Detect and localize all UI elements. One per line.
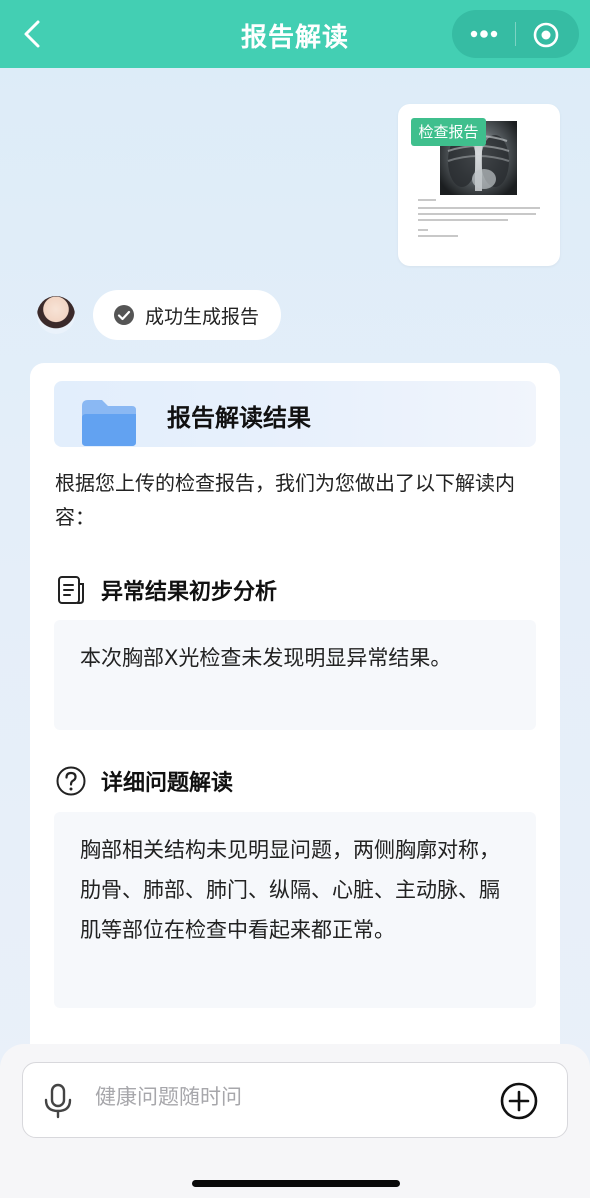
more-dots-icon[interactable] — [466, 22, 502, 46]
doc-line — [418, 213, 536, 215]
intro-text: 根据您上传的检查报告，我们为您做出了以下解读内容： — [55, 471, 515, 529]
report-tag: 检查报告 — [411, 118, 486, 146]
doc-line — [418, 219, 508, 221]
folder-icon — [82, 400, 136, 446]
section-body-detail: 胸部相关结构未见明显问题，两侧胸廓对称，肋骨、肺部、肺门、纵隔、心脏、主动脉、膈… — [54, 812, 536, 1008]
home-indicator[interactable] — [192, 1180, 400, 1187]
plus-circle-icon[interactable] — [499, 1081, 539, 1121]
status-text: 成功生成报告 — [145, 306, 260, 328]
result-title: 报告解读结果 — [167, 404, 311, 432]
target-circle-icon[interactable] — [532, 21, 560, 49]
section-heading-text: 异常结果初步分析 — [101, 580, 278, 605]
section-body-abnormal: 本次胸部X光检查未发现明显异常结果。 — [54, 620, 536, 730]
nav-bar: 报告解读 — [0, 0, 590, 68]
question-input[interactable] — [95, 1085, 475, 1109]
section-heading-text: 详细问题解读 — [101, 771, 234, 796]
doc-line — [418, 207, 540, 209]
capsule-divider — [515, 22, 516, 46]
document-icon — [58, 576, 84, 604]
assistant-avatar — [37, 296, 75, 334]
question-circle-icon — [56, 766, 86, 796]
microphone-icon[interactable] — [43, 1083, 73, 1119]
doc-line — [418, 229, 428, 231]
status-badge: 成功生成报告 — [93, 290, 281, 340]
question-input-box[interactable] — [22, 1062, 568, 1138]
doc-line — [418, 199, 436, 201]
check-circle-icon — [114, 305, 134, 325]
doc-line — [418, 235, 458, 237]
mini-program-capsule — [452, 10, 579, 58]
